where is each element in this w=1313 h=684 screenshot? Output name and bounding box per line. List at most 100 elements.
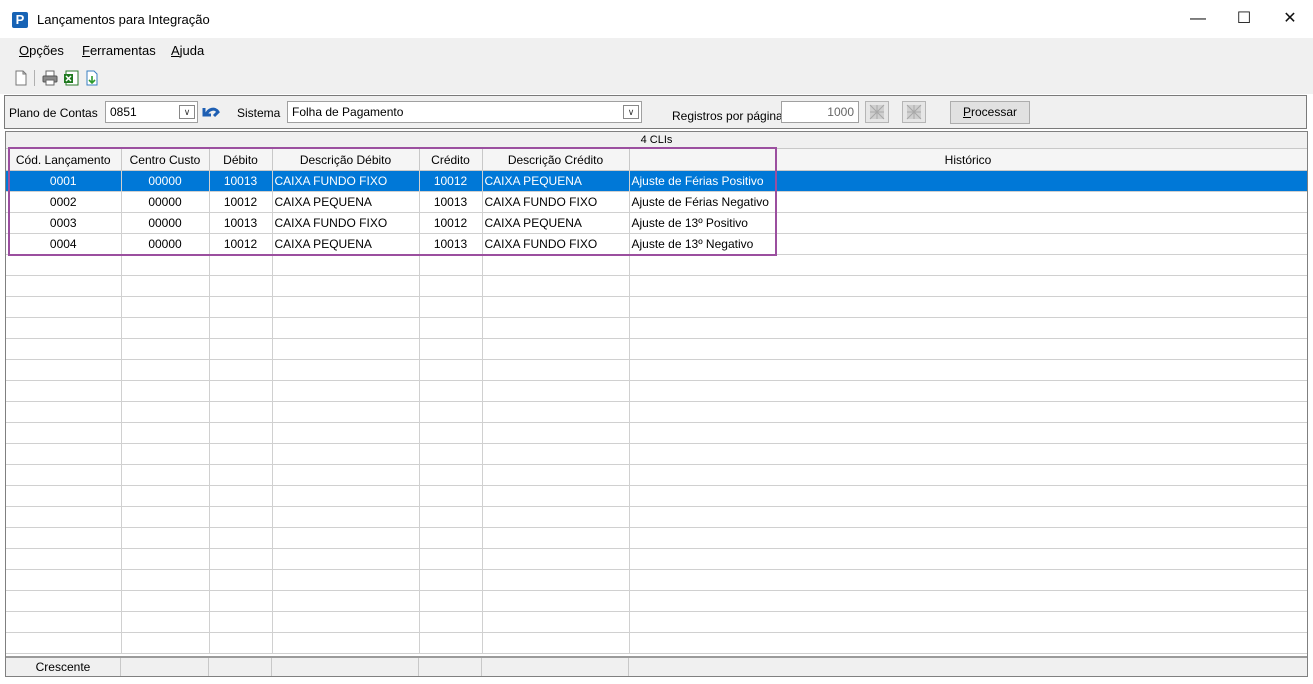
empty-cell[interactable] (6, 506, 122, 528)
empty-cell[interactable] (272, 527, 420, 549)
table-cell[interactable]: 10012 (419, 212, 483, 234)
table-row[interactable]: 0002 00000 10012 CAIXA PEQUENA 10013 CAIXA FU… (6, 191, 1307, 213)
empty-table-row[interactable] (6, 569, 1307, 591)
empty-cell[interactable] (272, 611, 420, 633)
empty-cell[interactable] (6, 338, 122, 360)
empty-cell[interactable] (6, 611, 122, 633)
empty-cell[interactable] (121, 254, 210, 276)
excel-export-icon[interactable] (63, 70, 79, 86)
sistema-select[interactable]: Folha de Pagamento ∨ (287, 101, 642, 123)
table-cell[interactable]: 00000 (121, 233, 210, 255)
empty-cell[interactable] (629, 338, 1307, 360)
empty-table-row[interactable] (6, 527, 1307, 549)
menu-ferramentas[interactable]: Ferramentas (82, 43, 156, 58)
empty-cell[interactable] (6, 296, 122, 318)
empty-cell[interactable] (121, 464, 210, 486)
empty-cell[interactable] (419, 569, 483, 591)
empty-cell[interactable] (629, 611, 1307, 633)
empty-cell[interactable] (6, 380, 122, 402)
empty-cell[interactable] (482, 401, 630, 423)
empty-cell[interactable] (419, 527, 483, 549)
empty-cell[interactable] (419, 506, 483, 528)
empty-cell[interactable] (6, 443, 122, 465)
empty-cell[interactable] (629, 464, 1307, 486)
empty-cell[interactable] (629, 380, 1307, 402)
empty-cell[interactable] (419, 380, 483, 402)
empty-cell[interactable] (209, 590, 273, 612)
empty-cell[interactable] (121, 569, 210, 591)
empty-cell[interactable] (121, 527, 210, 549)
empty-cell[interactable] (121, 359, 210, 381)
empty-cell[interactable] (272, 296, 420, 318)
column-header[interactable]: Crédito (419, 149, 483, 171)
table-cell[interactable]: Ajuste de 13º Negativo (629, 233, 1307, 255)
empty-cell[interactable] (6, 317, 122, 339)
empty-table-row[interactable] (6, 485, 1307, 507)
empty-table-row[interactable] (6, 548, 1307, 570)
empty-cell[interactable] (629, 527, 1307, 549)
empty-cell[interactable] (209, 485, 273, 507)
table-cell[interactable]: 10013 (419, 191, 483, 213)
empty-cell[interactable] (629, 548, 1307, 570)
table-cell[interactable]: 00000 (121, 191, 210, 213)
empty-cell[interactable] (482, 296, 630, 318)
table-cell[interactable]: 00000 (121, 212, 210, 234)
empty-cell[interactable] (272, 401, 420, 423)
plano-de-contas-select[interactable]: 0851 ∨ (105, 101, 198, 123)
empty-cell[interactable] (629, 506, 1307, 528)
empty-cell[interactable] (419, 632, 483, 654)
empty-cell[interactable] (419, 359, 483, 381)
column-header[interactable]: Histórico (629, 149, 1307, 171)
empty-table-row[interactable] (6, 506, 1307, 528)
empty-cell[interactable] (121, 317, 210, 339)
empty-cell[interactable] (272, 506, 420, 528)
table-cell[interactable]: CAIXA PEQUENA (482, 212, 630, 234)
empty-table-row[interactable] (6, 254, 1307, 276)
empty-cell[interactable] (629, 359, 1307, 381)
empty-cell[interactable] (209, 275, 273, 297)
table-cell[interactable]: 0001 (6, 170, 122, 192)
empty-cell[interactable] (121, 401, 210, 423)
table-cell[interactable]: 0003 (6, 212, 122, 234)
empty-cell[interactable] (419, 275, 483, 297)
chevron-down-icon[interactable]: ∨ (623, 105, 639, 119)
empty-cell[interactable] (629, 632, 1307, 654)
empty-cell[interactable] (121, 590, 210, 612)
table-cell[interactable]: 10013 (419, 233, 483, 255)
empty-cell[interactable] (272, 464, 420, 486)
empty-cell[interactable] (209, 317, 273, 339)
new-document-icon[interactable] (13, 70, 29, 86)
sort-order-label[interactable]: Crescente (6, 658, 121, 676)
empty-cell[interactable] (6, 359, 122, 381)
empty-cell[interactable] (419, 254, 483, 276)
table-row[interactable]: 0004 00000 10012 CAIXA PEQUENA 10013 CAIXA FU… (6, 233, 1307, 255)
table-row[interactable]: 0001 00000 10013 CAIXA FUNDO FIXO 10012 CAIXA… (6, 170, 1307, 192)
empty-cell[interactable] (209, 254, 273, 276)
empty-cell[interactable] (482, 422, 630, 444)
empty-cell[interactable] (121, 506, 210, 528)
registros-por-paginas-input[interactable]: 1000 (781, 101, 859, 123)
undo-icon[interactable] (201, 104, 221, 122)
empty-table-row[interactable] (6, 296, 1307, 318)
empty-cell[interactable] (209, 401, 273, 423)
table-cell[interactable]: CAIXA PEQUENA (272, 233, 420, 255)
empty-cell[interactable] (482, 443, 630, 465)
empty-cell[interactable] (629, 296, 1307, 318)
empty-cell[interactable] (482, 611, 630, 633)
empty-cell[interactable] (6, 401, 122, 423)
empty-cell[interactable] (482, 632, 630, 654)
column-header[interactable]: Cód. Lançamento (6, 149, 122, 171)
table-cell[interactable]: 10012 (419, 170, 483, 192)
empty-table-row[interactable] (6, 359, 1307, 381)
empty-cell[interactable] (419, 464, 483, 486)
empty-cell[interactable] (419, 611, 483, 633)
empty-cell[interactable] (482, 464, 630, 486)
empty-table-row[interactable] (6, 401, 1307, 423)
empty-cell[interactable] (629, 275, 1307, 297)
next-page-button[interactable] (902, 101, 926, 123)
empty-cell[interactable] (209, 296, 273, 318)
empty-cell[interactable] (272, 275, 420, 297)
empty-cell[interactable] (121, 632, 210, 654)
empty-cell[interactable] (6, 590, 122, 612)
empty-cell[interactable] (482, 359, 630, 381)
